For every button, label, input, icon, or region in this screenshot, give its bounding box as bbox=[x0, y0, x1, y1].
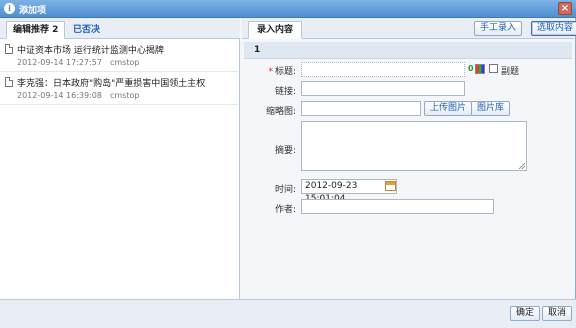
dialog-title: 添加项 bbox=[19, 6, 47, 16]
item-time: 2012-09-14 16:39:08 bbox=[17, 91, 102, 100]
author-input[interactable] bbox=[301, 199, 494, 214]
left-tab-bar: 编辑推荐 2 已否决 bbox=[0, 18, 240, 39]
dialog-titlebar: i 添加项 × bbox=[0, 0, 576, 18]
select-content-button[interactable]: 选取内容 bbox=[531, 21, 576, 36]
item-time: 2012-09-14 17:27:57 bbox=[17, 58, 102, 67]
time-label: 时间: bbox=[274, 185, 296, 195]
item-meta: 2012-09-14 16:39:08 cmstop bbox=[17, 91, 139, 100]
tab-enter-content[interactable]: 录入内容 bbox=[248, 21, 303, 39]
item-title[interactable]: 中证资本市场 运行统计监测中心揭牌 bbox=[17, 43, 164, 56]
summary-textarea[interactable] bbox=[301, 121, 527, 171]
item-meta: 2012-09-14 17:27:57 cmstop bbox=[17, 58, 139, 67]
calendar-icon[interactable] bbox=[385, 181, 396, 191]
color-picker-icon[interactable] bbox=[475, 64, 485, 74]
title-input[interactable] bbox=[301, 62, 465, 77]
entry-index-row: 1 bbox=[244, 42, 572, 59]
title-char-count: 0 bbox=[468, 64, 474, 73]
list-item[interactable]: 李克强：日本政府"购岛"严重损害中国领土主权 2012-09-14 16:39:… bbox=[0, 73, 238, 105]
item-author: cmstop bbox=[109, 58, 140, 67]
image-library-button[interactable]: 图片库 bbox=[471, 101, 511, 116]
tab-rejected[interactable]: 已否决 bbox=[66, 21, 107, 39]
tab-editor-recommend[interactable]: 编辑推荐 2 bbox=[6, 21, 66, 39]
manual-entry-button[interactable]: 手工录入 bbox=[474, 21, 523, 36]
dialog-footer bbox=[0, 299, 576, 328]
author-label: 作者: bbox=[274, 205, 296, 215]
title-label: * 标题: bbox=[268, 67, 296, 77]
link-input[interactable] bbox=[301, 81, 465, 96]
required-marker: * bbox=[268, 67, 273, 77]
document-icon bbox=[5, 77, 13, 87]
time-input[interactable]: 2012-09-23 15:01:04 bbox=[301, 179, 397, 204]
item-title[interactable]: 李克强：日本政府"购岛"严重损害中国领土主权 bbox=[17, 76, 205, 89]
summary-label: 摘要: bbox=[274, 146, 296, 156]
item-author: cmstop bbox=[109, 91, 140, 100]
link-label: 链接: bbox=[274, 87, 296, 97]
thumbnail-input[interactable] bbox=[301, 101, 421, 116]
entry-index: 1 bbox=[254, 45, 261, 55]
document-icon bbox=[5, 44, 13, 54]
subtitle-checkbox[interactable] bbox=[489, 64, 498, 73]
right-tab-bar: 录入内容 bbox=[242, 18, 574, 39]
close-icon[interactable]: × bbox=[558, 2, 572, 15]
resize-grip-icon[interactable] bbox=[519, 163, 525, 169]
thumbnail-label: 缩略图: bbox=[265, 107, 296, 117]
info-icon: i bbox=[4, 3, 15, 14]
cancel-button[interactable]: 取消 bbox=[542, 306, 573, 321]
upload-image-button[interactable]: 上传图片 bbox=[424, 101, 473, 116]
subtitle-label: 副题 bbox=[501, 67, 520, 77]
list-item[interactable]: 中证资本市场 运行统计监测中心揭牌 2012-09-14 17:27:57 cms… bbox=[0, 40, 238, 72]
confirm-button[interactable]: 确定 bbox=[510, 306, 541, 321]
